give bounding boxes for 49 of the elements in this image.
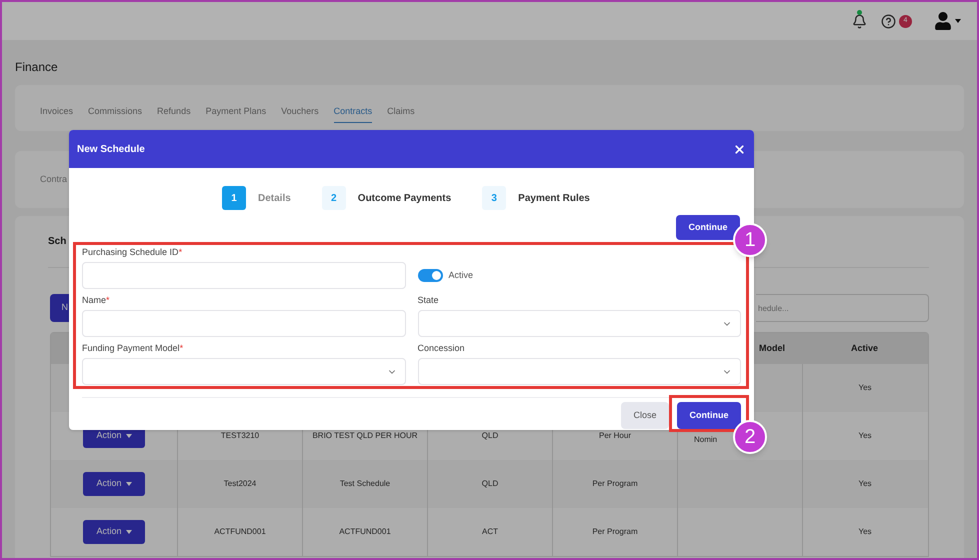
active-toggle[interactable] [418,269,442,282]
tab[interactable]: Vouchers [281,104,319,123]
table-cell: ACT [427,508,552,556]
field-label: Name* [82,295,111,305]
user-menu[interactable] [934,12,961,30]
dialog-title: New Schedule [77,142,145,156]
table-cell: Per Program [552,508,677,556]
card-label: Contra [40,172,68,186]
search-field[interactable]: hedule... [756,294,929,322]
table-cell: ACTFUND001 [177,508,302,556]
notification-bell-icon[interactable] [852,14,867,28]
column-header: Active [850,342,879,355]
tab[interactable]: Invoices [40,104,74,123]
select-field[interactable] [82,358,406,385]
field-label: Concession [418,343,466,353]
table-cell: ACTFUND001 [302,508,427,556]
input-field[interactable] [82,310,406,337]
select-field[interactable] [418,310,741,337]
field-label: Funding Payment Model* [82,343,184,353]
close-button[interactable]: Close [621,402,669,429]
tab[interactable]: Refunds [157,104,191,123]
tab[interactable]: Contracts [334,104,372,123]
page-title: Finance [15,59,59,76]
select-field[interactable] [418,358,741,385]
input-field[interactable] [82,262,406,289]
continue-button[interactable]: Continue [677,402,741,429]
card-title: Sch [48,235,66,249]
field-label: State [418,295,440,305]
tab[interactable]: Claims [387,104,415,123]
column-header: Model [758,342,786,355]
field-label: Purchasing Schedule ID* [82,247,184,257]
tab[interactable]: Commissions [88,104,142,123]
step-tab[interactable]: 2 Outcome Payments [322,186,452,210]
tab[interactable]: Payment Plans [206,104,266,123]
caret-icon [955,19,961,23]
step-tab[interactable]: 3 Payment Rules [482,186,590,210]
table-cell: Yes [802,508,927,556]
help-icon[interactable] [881,14,896,28]
step-tab[interactable]: 1 Details [222,186,291,210]
caret-icon [126,482,132,486]
toggle-label: Active [448,268,474,282]
caret-icon [126,530,132,534]
new-button[interactable]: N [50,294,69,322]
caret-icon [126,434,132,438]
continue-button[interactable]: Continue [676,215,740,240]
user-avatar-icon [934,12,952,30]
action-button[interactable]: Action [83,520,145,544]
action-button[interactable]: Action [83,472,145,496]
close-icon[interactable] [733,142,746,156]
